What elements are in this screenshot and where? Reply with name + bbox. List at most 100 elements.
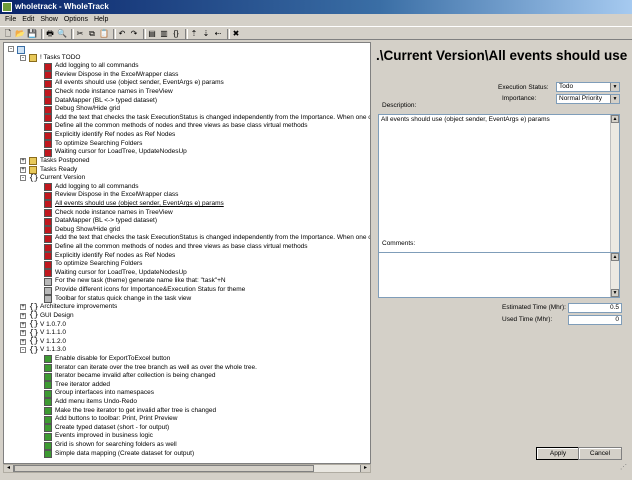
expand-icon[interactable]: + [20, 330, 26, 337]
tree-node[interactable]: To optimize Searching Folders [4, 260, 370, 269]
tree-node[interactable]: Add the text that checks the task Execut… [4, 114, 370, 123]
collapse-icon[interactable]: - [20, 347, 26, 354]
scroll-right-icon[interactable]: ▸ [360, 465, 370, 472]
expand-icon[interactable]: + [20, 304, 26, 311]
tree-node[interactable]: Check node instance names in TreeView [4, 88, 370, 97]
tree-node[interactable]: For the new task (theme) generate name l… [4, 277, 370, 286]
scroll-left-icon[interactable]: ◂ [4, 465, 14, 472]
execution-status-select[interactable]: Todo ▼ [556, 82, 620, 92]
comments-textarea[interactable]: ▲ ▼ [378, 252, 620, 298]
add-version-icon[interactable]: {} [171, 29, 181, 39]
description-scrollbar[interactable]: ▲ ▼ [610, 115, 619, 273]
description-textarea[interactable]: All events should use (object sender, Ev… [378, 114, 620, 274]
tree-node[interactable]: +{} GUI Design [4, 312, 370, 321]
tree-node[interactable]: - ! Tasks TODO [4, 54, 370, 63]
tree-node[interactable]: + Tasks Ready [4, 166, 370, 175]
apply-button[interactable]: Apply [536, 447, 580, 460]
collapse-icon[interactable]: - [20, 175, 26, 182]
tree-node[interactable]: Explicitly identify Ref nodes as Ref Nod… [4, 131, 370, 140]
title-bar[interactable]: wholetrack - WholeTrack [0, 0, 632, 14]
resize-grip-icon[interactable]: ⋰ [620, 464, 628, 472]
estimated-time-input[interactable]: 0.5 [568, 303, 622, 313]
tree-node[interactable]: Add menu items Undo-Redo [4, 398, 370, 407]
print-preview-icon[interactable]: 🔍 [57, 29, 67, 39]
move-down-icon[interactable]: ⇣ [201, 29, 211, 39]
tree-node[interactable]: Review Dispose in the ExcelWrapper class [4, 191, 370, 200]
scroll-thumb[interactable] [14, 465, 314, 472]
tree-node[interactable]: -{} Current Version [4, 174, 370, 183]
add-item-icon[interactable]: ▤ [147, 29, 157, 39]
tree-node[interactable]: Waiting cursor for LoadTree, UpdateNodes… [4, 148, 370, 157]
comments-scrollbar[interactable]: ▲ ▼ [610, 253, 619, 297]
menu-edit[interactable]: Edit [19, 14, 37, 25]
scroll-up-icon[interactable]: ▲ [611, 115, 619, 123]
tree-node[interactable]: Add logging to all commands [4, 183, 370, 192]
menu-help[interactable]: Help [91, 14, 111, 25]
move-up-icon[interactable]: ⇡ [189, 29, 199, 39]
print-icon[interactable]: 🖶 [45, 29, 55, 39]
chevron-down-icon[interactable]: ▼ [610, 95, 619, 103]
tree-node[interactable]: DataMapper (BL <-> typed dataset) [4, 217, 370, 226]
scroll-down-icon[interactable]: ▼ [611, 289, 619, 297]
expand-icon[interactable]: + [20, 338, 26, 345]
tree-node[interactable]: Debug Show/Hide grid [4, 105, 370, 114]
tree-node[interactable]: Group interfaces into namespaces [4, 389, 370, 398]
tree-node[interactable]: Create typed dataset (short - for output… [4, 424, 370, 433]
tree-horizontal-scrollbar[interactable]: ◂ ▸ [3, 464, 371, 473]
tree-node[interactable]: To optimize Searching Folders [4, 140, 370, 149]
chevron-down-icon[interactable]: ▼ [610, 83, 619, 91]
task-tree[interactable]: - -! Tasks TODO Add logging to all command… [3, 42, 371, 464]
tree-node[interactable]: + Tasks Postponed [4, 157, 370, 166]
paste-icon[interactable]: 📋 [99, 29, 109, 39]
tree-node[interactable]: Iterator became invalid after collection… [4, 372, 370, 381]
tree-node[interactable]: Add logging to all commands [4, 62, 370, 71]
menu-options[interactable]: Options [61, 14, 91, 25]
tree-node[interactable]: All events should use (object sender, Ev… [4, 79, 370, 88]
tree-node[interactable]: Events improved in business logic [4, 432, 370, 441]
open-icon[interactable]: 📂 [15, 29, 25, 39]
menu-show[interactable]: Show [37, 14, 61, 25]
expand-icon[interactable]: + [20, 312, 26, 319]
tree-node[interactable]: Provide different icons for Importance&E… [4, 286, 370, 295]
tree-node[interactable]: -{} V 1.1.3.0 [4, 346, 370, 355]
used-time-input[interactable]: 0 [568, 315, 622, 325]
tree-node[interactable]: Define all the common methods of nodes a… [4, 122, 370, 131]
tree-node[interactable]: Review Dispose in the ExcelWrapper class [4, 71, 370, 80]
new-icon[interactable]: 🗋 [3, 29, 13, 39]
tree-node[interactable]: Grid is shown for searching folders as w… [4, 441, 370, 450]
tree-node[interactable]: Make the tree iterator to get invalid af… [4, 407, 370, 416]
tree-node[interactable]: +{} V 1.1.2.0 [4, 338, 370, 347]
expand-icon[interactable]: + [20, 157, 26, 164]
tree-node[interactable]: Enable disable for ExportToExcel button [4, 355, 370, 364]
tree-node[interactable]: +{} V 1.0.7.0 [4, 321, 370, 330]
tree-node[interactable]: Check node instance names in TreeView [4, 209, 370, 218]
cancel-button[interactable]: Cancel [578, 447, 622, 460]
expand-icon[interactable]: + [20, 321, 26, 328]
collapse-icon[interactable]: - [8, 46, 14, 52]
add-folder-icon[interactable]: ▥ [159, 29, 169, 39]
scroll-up-icon[interactable]: ▲ [611, 253, 619, 261]
tree-node[interactable]: Iterator can iterate over the tree branc… [4, 364, 370, 373]
tree-node[interactable]: - [4, 45, 370, 54]
tree-node[interactable]: Waiting cursor for LoadTree, UpdateNodes… [4, 269, 370, 278]
tree-node[interactable]: All events should use (object sender, Ev… [4, 200, 370, 209]
tree-node[interactable]: Toolbar for status quick change in the t… [4, 295, 370, 304]
tree-node[interactable]: Add the text that checks the task Execut… [4, 234, 370, 243]
tree-node[interactable]: Add buttons to toolbar: Print, Print Pre… [4, 415, 370, 424]
delete-icon[interactable]: ✖ [231, 29, 241, 39]
tree-node[interactable]: Define all the common methods of nodes a… [4, 243, 370, 252]
undo-icon[interactable]: ↶ [117, 29, 127, 39]
tree-node[interactable]: DataMapper (BL <-> typed dataset) [4, 97, 370, 106]
move-left-icon[interactable]: ⇠ [213, 29, 223, 39]
tree-node[interactable]: Debug Show/Hide grid [4, 226, 370, 235]
tree-node[interactable]: +{} Architecture improvements [4, 303, 370, 312]
redo-icon[interactable]: ↷ [129, 29, 139, 39]
tree-node[interactable]: Tree iterator added [4, 381, 370, 390]
cut-icon[interactable]: ✂ [75, 29, 85, 39]
collapse-icon[interactable]: - [20, 54, 26, 61]
tree-node[interactable]: Simple data mapping (Create dataset for … [4, 450, 370, 459]
importance-select[interactable]: Normal Priority ▼ [556, 94, 620, 104]
save-icon[interactable]: 💾 [27, 29, 37, 39]
copy-icon[interactable]: ⧉ [87, 29, 97, 39]
tree-node[interactable]: Explicitly identify Ref nodes as Ref Nod… [4, 252, 370, 261]
